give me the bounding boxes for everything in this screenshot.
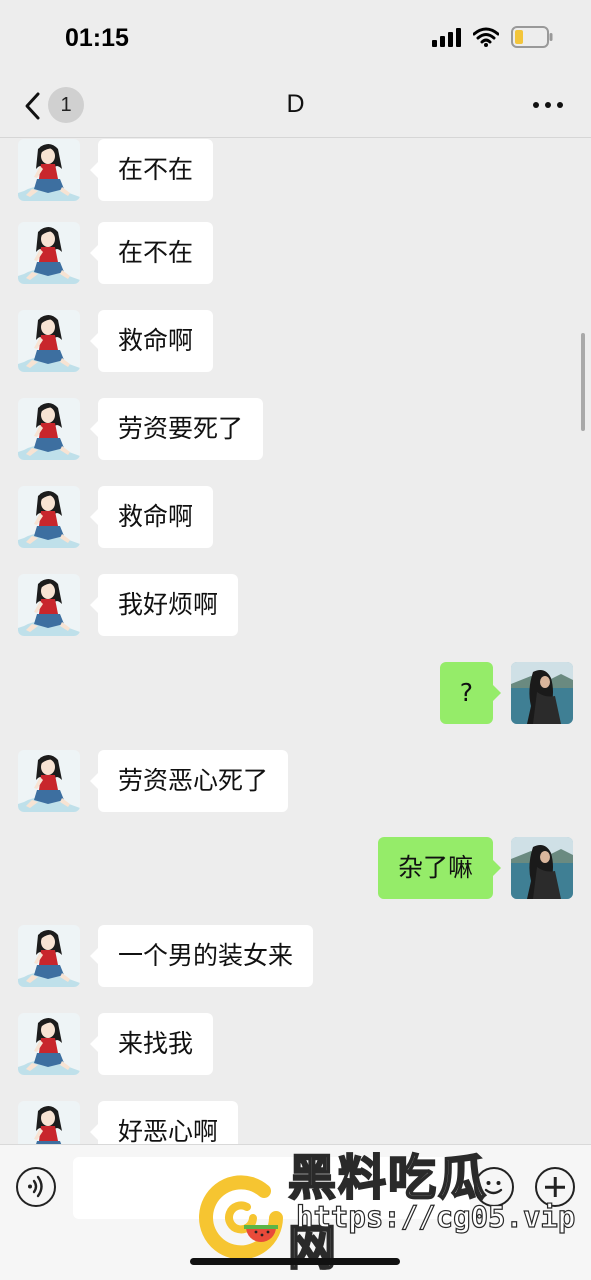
contact-avatar[interactable] — [18, 925, 80, 987]
my-avatar[interactable] — [511, 837, 573, 899]
message-bubble[interactable]: 杂了嘛 — [377, 837, 502, 899]
message-bubble[interactable]: 一个男的装女来 — [89, 925, 314, 987]
status-time: 01:15 — [65, 24, 129, 52]
message-row: 劳资要死了 — [0, 398, 591, 462]
scrollbar[interactable] — [581, 333, 585, 431]
contact-avatar[interactable] — [18, 222, 80, 284]
wifi-icon — [473, 27, 499, 47]
more-icon[interactable] — [533, 102, 563, 108]
message-row: 在不在 — [0, 222, 591, 286]
contact-avatar[interactable] — [18, 486, 80, 548]
message-bubble[interactable]: 劳资要死了 — [89, 398, 264, 460]
voice-icon[interactable] — [16, 1167, 56, 1207]
message-row: 来找我 — [0, 1013, 591, 1077]
message-bubble[interactable]: 救命啊 — [89, 310, 214, 372]
message-row: 杂了嘛 — [0, 837, 591, 901]
message-bubble[interactable]: ? — [439, 662, 502, 724]
message-row: 劳资恶心死了 — [0, 750, 591, 814]
contact-avatar[interactable] — [18, 1101, 80, 1144]
contact-avatar[interactable] — [18, 139, 80, 201]
battery-icon — [511, 26, 553, 48]
status-bar: 01:15 — [0, 0, 591, 78]
my-avatar[interactable] — [511, 662, 573, 724]
message-list[interactable]: 在不在 在不在 救命啊 劳资要死了 救命啊 我好烦啊 ? 劳资恶心死了 杂了嘛 … — [0, 139, 591, 1144]
message-row: 一个男的装女来 — [0, 925, 591, 989]
watermark-url: https://cg05.vip — [295, 1199, 576, 1234]
contact-avatar[interactable] — [18, 574, 80, 636]
contact-avatar[interactable] — [18, 750, 80, 812]
watermark: 黑料吃瓜网 https://cg05.vip — [196, 1138, 576, 1277]
contact-avatar[interactable] — [18, 310, 80, 372]
chat-header: 1 D — [0, 78, 591, 138]
signal-icon — [432, 27, 461, 47]
status-icons — [432, 26, 553, 48]
message-bubble[interactable]: 在不在 — [89, 222, 214, 284]
message-row: 我好烦啊 — [0, 574, 591, 638]
watermark-logo-icon — [196, 1173, 286, 1263]
contact-avatar[interactable] — [18, 398, 80, 460]
home-indicator — [190, 1258, 400, 1265]
message-bubble[interactable]: 在不在 — [89, 139, 214, 201]
contact-avatar[interactable] — [18, 1013, 80, 1075]
message-row: 在不在 — [0, 139, 591, 203]
message-bubble[interactable]: 来找我 — [89, 1013, 214, 1075]
message-row: 救命啊 — [0, 310, 591, 374]
message-bubble[interactable]: 救命啊 — [89, 486, 214, 548]
message-row: ? — [0, 662, 591, 726]
message-row: 救命啊 — [0, 486, 591, 550]
message-bubble[interactable]: 劳资恶心死了 — [89, 750, 289, 812]
message-bubble[interactable]: 我好烦啊 — [89, 574, 239, 636]
chat-title: D — [286, 90, 305, 118]
